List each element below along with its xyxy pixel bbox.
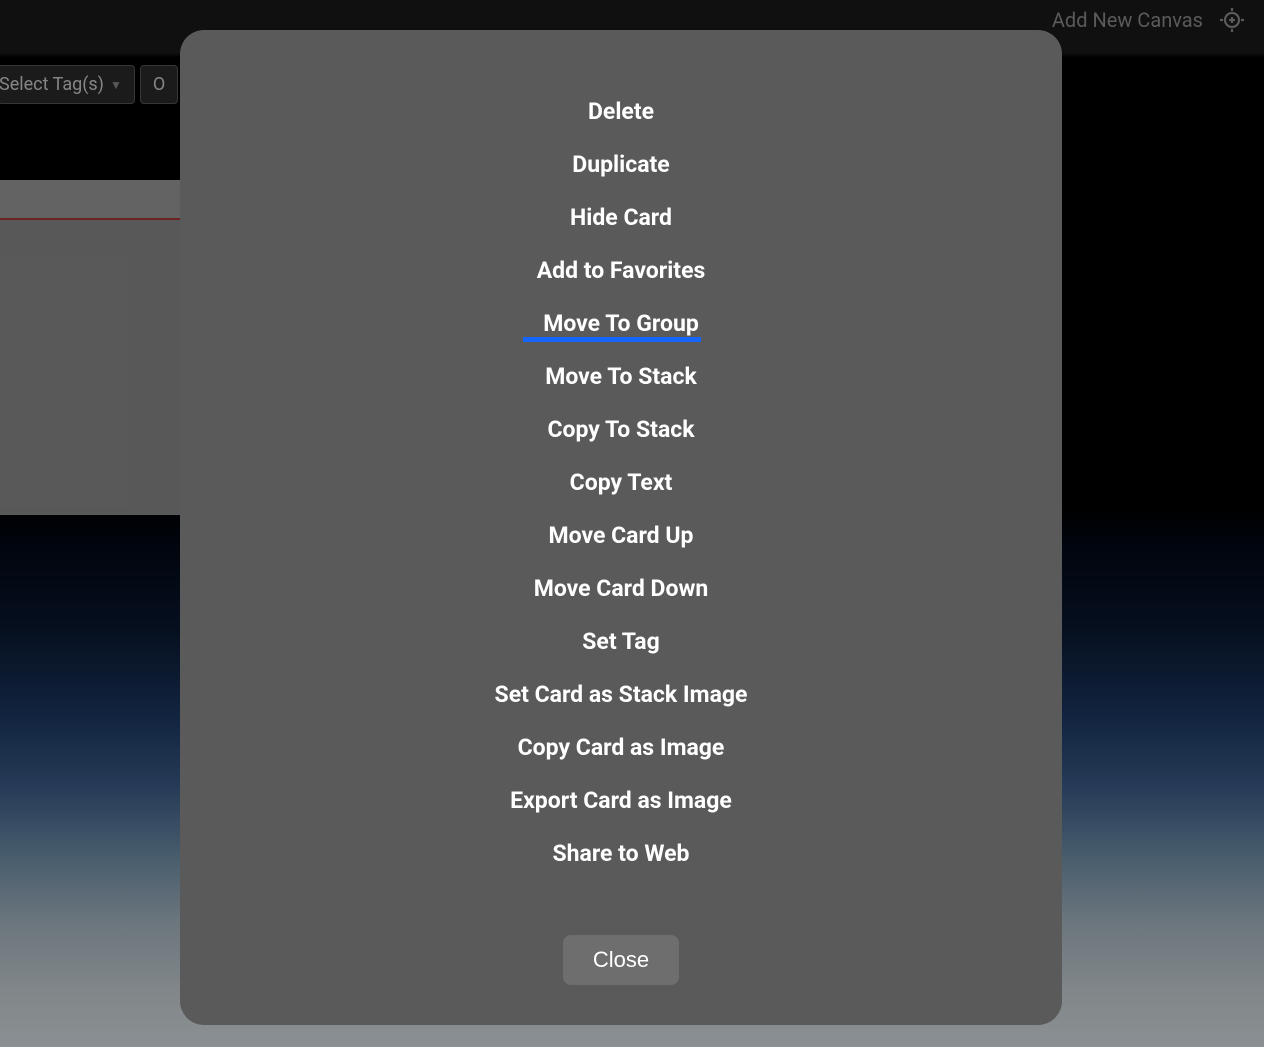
menu-item-copy-text[interactable]: Copy Text: [570, 456, 673, 509]
close-button[interactable]: Close: [563, 935, 679, 985]
menu-item-copy-card-as-image[interactable]: Copy Card as Image: [518, 721, 725, 774]
menu-item-move-to-stack[interactable]: Move To Stack: [545, 350, 697, 403]
menu-item-move-card-down[interactable]: Move Card Down: [534, 562, 709, 615]
menu-item-add-to-favorites[interactable]: Add to Favorites: [537, 244, 706, 297]
menu-item-export-card-as-image[interactable]: Export Card as Image: [510, 774, 732, 827]
menu-item-hide-card[interactable]: Hide Card: [570, 191, 672, 244]
menu-item-share-to-web[interactable]: Share to Web: [552, 827, 689, 880]
menu-item-delete[interactable]: Delete: [588, 85, 654, 138]
menu-item-set-tag[interactable]: Set Tag: [582, 615, 660, 668]
menu-item-set-card-as-stack-image[interactable]: Set Card as Stack Image: [495, 668, 748, 721]
menu-item-move-to-group[interactable]: Move To Group: [543, 297, 699, 350]
card-actions-modal: DeleteDuplicateHide CardAdd to Favorites…: [180, 30, 1062, 1025]
menu-item-copy-to-stack[interactable]: Copy To Stack: [547, 403, 694, 456]
menu-item-move-card-up[interactable]: Move Card Up: [549, 509, 694, 562]
menu-item-duplicate[interactable]: Duplicate: [572, 138, 669, 191]
menu-list: DeleteDuplicateHide CardAdd to Favorites…: [220, 85, 1022, 880]
